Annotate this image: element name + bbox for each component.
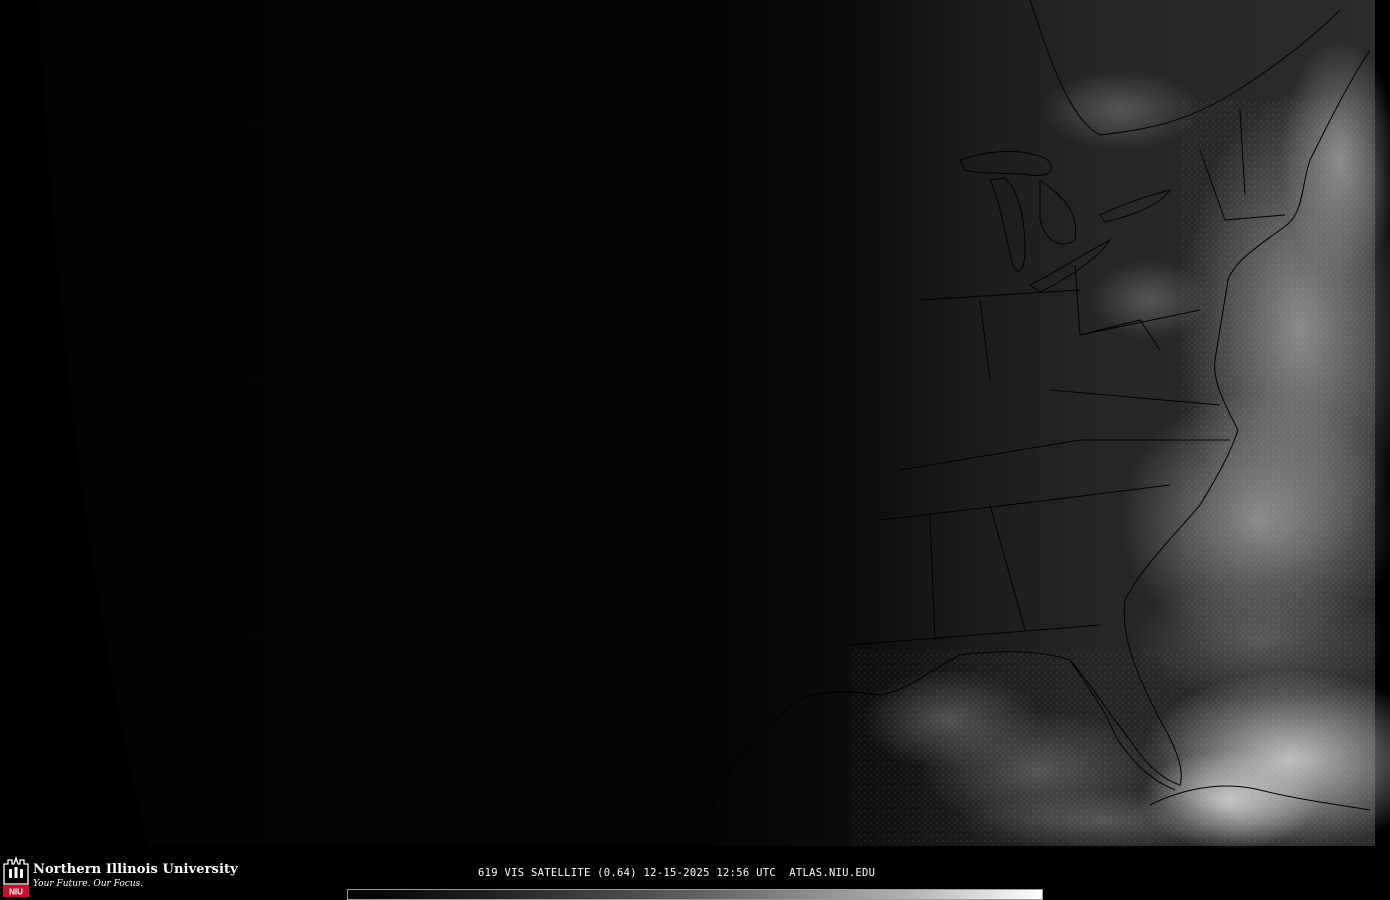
university-name: Northern Illinois University	[33, 862, 238, 877]
product-caption: 619 VIS SATELLITE (0.64) 12-15-2025 12:5…	[478, 867, 876, 879]
satellite-viewer: NIU Northern Illinois University Your Fu…	[0, 0, 1390, 900]
university-tagline: Your Future. Our Focus.	[33, 879, 144, 889]
niu-logo-icon: NIU	[3, 856, 29, 897]
logo-text: NIU	[9, 888, 23, 897]
grayscale-colorbar	[347, 889, 1043, 900]
satellite-map	[38, 0, 1390, 848]
